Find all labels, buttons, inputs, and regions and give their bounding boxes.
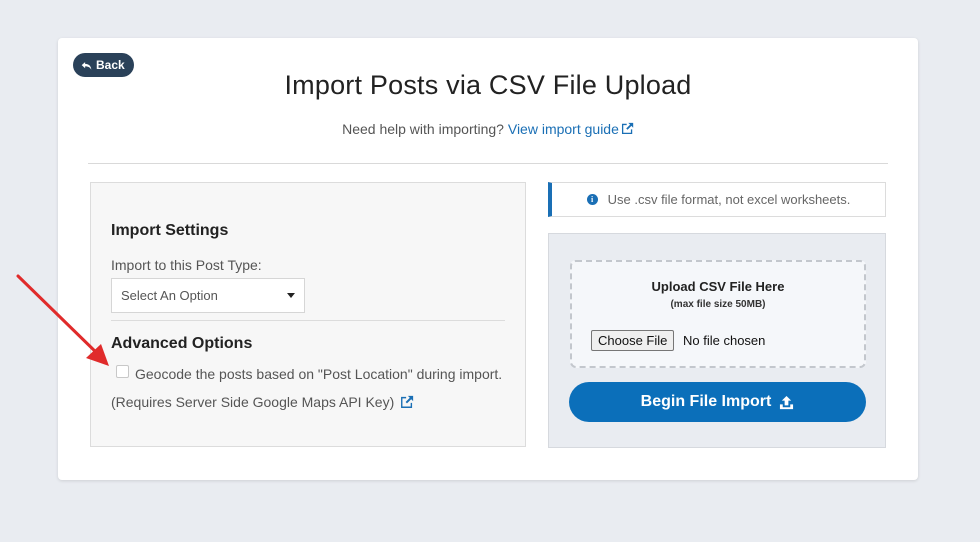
external-link-icon[interactable]: [400, 395, 414, 409]
choose-file-button[interactable]: Choose File: [591, 330, 675, 351]
external-link-icon: [621, 122, 634, 135]
begin-file-import-label: Begin File Import: [640, 393, 772, 410]
post-type-select[interactable]: Select An Option: [111, 278, 305, 313]
upload-panel: Upload CSV File Here (max file size 50MB…: [548, 233, 886, 448]
settings-divider: [111, 320, 505, 321]
page-title: Import Posts via CSV File Upload: [284, 70, 692, 100]
help-text: Need help with importing?: [342, 121, 504, 137]
geocode-label-block: Geocode the posts based on "Post Locatio…: [111, 360, 511, 416]
header-divider: [88, 163, 888, 164]
upload-title: Upload CSV File Here: [651, 279, 785, 294]
reply-arrow-icon: [81, 61, 92, 70]
import-settings-title: Import Settings: [111, 222, 229, 239]
import-card: Back Import Posts via CSV File Upload Ne…: [58, 38, 918, 480]
file-status: No file chosen: [683, 333, 766, 348]
upload-subtitle: (max file size 50MB): [670, 299, 766, 310]
info-notice: i Use .csv file format, not excel worksh…: [548, 182, 886, 217]
advanced-options-title: Advanced Options: [111, 335, 253, 352]
upload-dropzone[interactable]: Upload CSV File Here (max file size 50MB…: [570, 260, 866, 368]
help-line: Need help with importing? View import gu…: [58, 121, 918, 137]
annotation-arrow-icon: [16, 274, 109, 366]
upload-icon: [780, 395, 794, 409]
post-type-label: Import to this Post Type:: [111, 257, 262, 273]
import-guide-link[interactable]: View import guide: [508, 121, 634, 137]
info-icon: i: [586, 194, 598, 205]
post-type-selected-value: Select An Option: [121, 288, 218, 303]
caret-down-icon: [287, 293, 295, 298]
info-message: Use .csv file format, not excel workshee…: [607, 192, 851, 207]
geocode-label: Geocode the posts based on "Post Locatio…: [111, 366, 503, 410]
settings-panel: Import Settings Import to this Post Type…: [90, 182, 526, 447]
import-guide-link-label: View import guide: [507, 121, 619, 137]
begin-file-import-button[interactable]: Begin File Import: [569, 382, 866, 422]
